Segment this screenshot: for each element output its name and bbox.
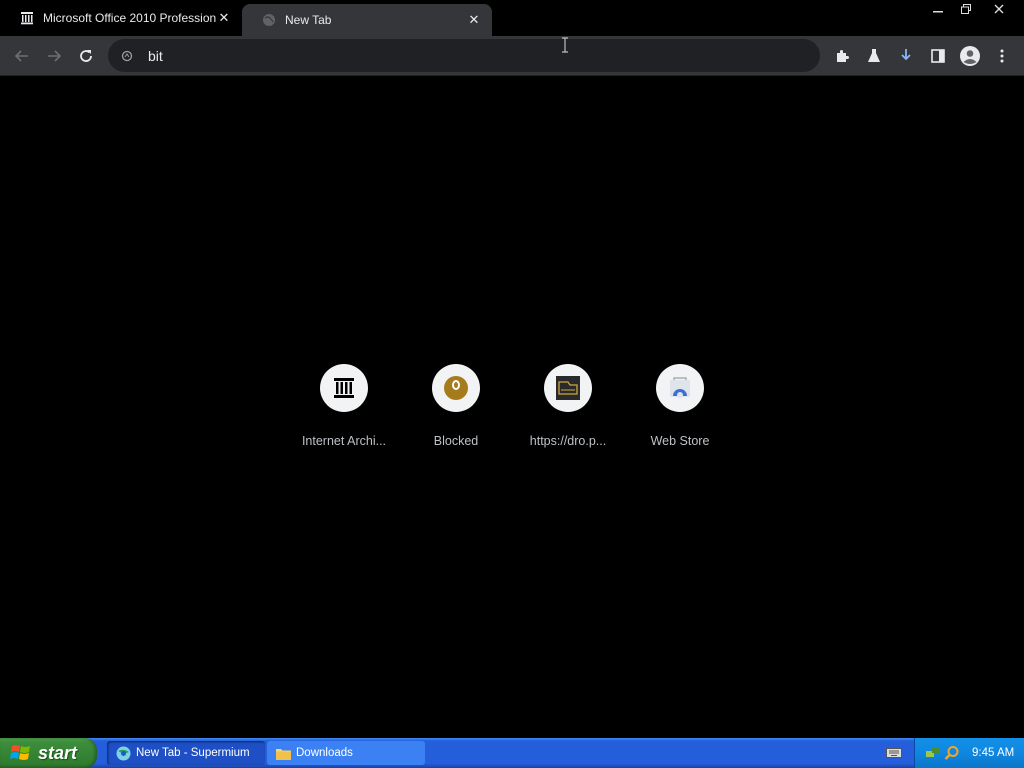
search-icon[interactable] [944, 745, 960, 761]
forward-button[interactable] [40, 42, 68, 70]
museum-icon [20, 11, 34, 25]
windows-logo-icon [10, 745, 30, 760]
shortcut-dro[interactable]: https://dro.p... [512, 358, 624, 458]
taskbar: start New Tab - Supermium Downloads 9:45… [0, 738, 1024, 768]
browser-toolbar: bit [0, 36, 1024, 76]
shortcut-blocked[interactable]: Blocked [400, 358, 512, 458]
text-cursor-icon [562, 37, 568, 53]
network-icon[interactable] [925, 745, 941, 761]
taskbar-item-supermium[interactable]: New Tab - Supermium [107, 741, 265, 765]
shortcut-internet-archive[interactable]: Internet Archi... [288, 358, 400, 458]
window-controls [924, 0, 1018, 18]
shortcut-web-store[interactable]: Web Store [624, 358, 736, 458]
close-icon[interactable]: ✕ [466, 12, 482, 28]
puzzle-icon [837, 50, 849, 62]
start-button[interactable]: start [0, 738, 97, 768]
address-bar[interactable]: bit [108, 39, 820, 72]
blocked-icon [432, 364, 480, 412]
minimize-button[interactable] [924, 0, 952, 18]
tab-title: New Tab [285, 13, 332, 27]
tab-title: Microsoft Office 2010 Professional P [43, 11, 216, 25]
address-bar-value: bit [148, 47, 163, 64]
avatar-icon [960, 46, 980, 66]
site-thumbnail-icon [544, 364, 592, 412]
shortcut-label: https://dro.p... [529, 434, 607, 448]
downloads-button[interactable] [892, 42, 920, 70]
tab-new-tab[interactable]: New Tab ✕ [242, 4, 492, 36]
reload-icon [80, 50, 92, 62]
labs-button[interactable] [860, 42, 888, 70]
side-panel-icon [931, 49, 945, 63]
shortcut-label: Blocked [433, 434, 479, 448]
restore-button[interactable] [952, 0, 980, 18]
search-icon [120, 49, 134, 63]
profile-button[interactable] [956, 42, 984, 70]
close-icon[interactable]: ✕ [216, 10, 232, 26]
reload-button[interactable] [72, 42, 100, 70]
start-label: start [38, 742, 78, 763]
clock: 9:45 AM [972, 747, 1015, 759]
web-store-icon [656, 364, 704, 412]
globe-icon [262, 13, 276, 27]
forward-arrow-icon [48, 50, 62, 62]
close-window-button[interactable] [980, 0, 1018, 18]
extensions-button[interactable] [828, 42, 856, 70]
tab-office[interactable]: Microsoft Office 2010 Professional P ✕ [0, 4, 242, 32]
download-icon [901, 49, 911, 61]
taskbar-item-downloads[interactable]: Downloads [267, 741, 425, 765]
taskbar-item-label: Downloads [296, 747, 353, 759]
museum-icon [320, 364, 368, 412]
keyboard-icon[interactable] [886, 746, 902, 760]
shortcut-grid: Internet Archi... Blocked https://dro.p.… [288, 358, 736, 458]
back-arrow-icon [14, 50, 28, 62]
flask-icon [868, 49, 880, 62]
folder-icon [275, 745, 291, 761]
kebab-menu-icon [1000, 49, 1004, 63]
side-panel-button[interactable] [924, 42, 952, 70]
system-tray: 9:45 AM [914, 738, 1024, 768]
tab-strip: Microsoft Office 2010 Professional P ✕ N… [0, 0, 1024, 36]
taskbar-item-label: New Tab - Supermium [136, 747, 250, 759]
shortcut-label: Internet Archi... [301, 434, 387, 448]
shortcut-label: Web Store [650, 434, 710, 448]
menu-button[interactable] [988, 42, 1016, 70]
supermium-icon [115, 745, 131, 761]
back-button[interactable] [8, 42, 36, 70]
